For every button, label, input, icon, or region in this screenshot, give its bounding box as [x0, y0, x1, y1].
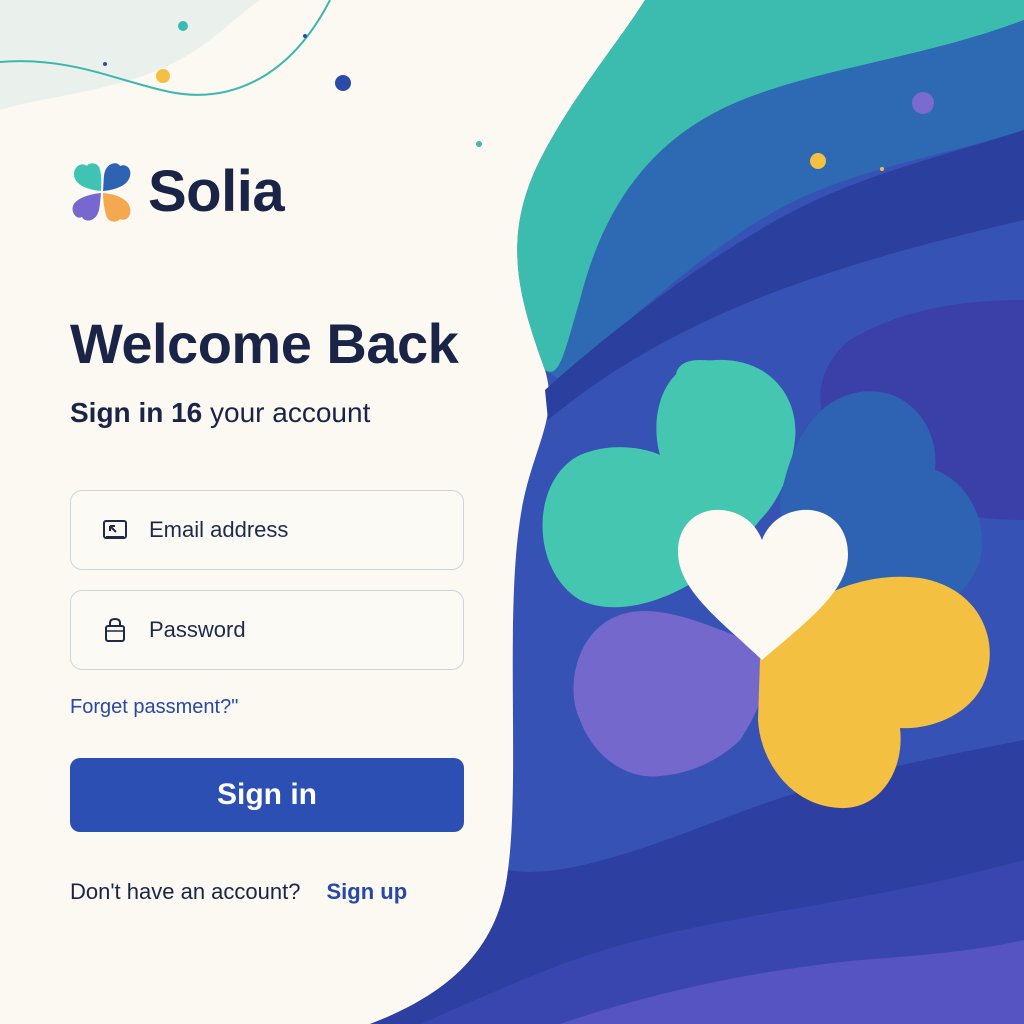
decorative-top-curve: [0, 0, 351, 110]
forgot-password-link[interactable]: Forget passment?": [70, 694, 238, 720]
image-envelope-icon: [101, 516, 129, 544]
sign-up-link[interactable]: Sign up: [326, 877, 407, 907]
lock-icon: [101, 616, 129, 644]
email-input[interactable]: [149, 517, 429, 543]
clover-heart-icon: [72, 163, 131, 222]
password-field[interactable]: [70, 590, 464, 670]
signup-prompt: Don't have an account?: [70, 879, 301, 904]
subtitle-rest: your account: [202, 397, 371, 428]
password-input[interactable]: [149, 617, 429, 643]
decorative-dot: [476, 141, 482, 147]
brand-logo: Solia: [70, 159, 285, 224]
subtitle-strong: Sign in 16: [70, 397, 203, 428]
sign-in-button[interactable]: Sign in: [70, 758, 464, 832]
page-subtitle: Sign in 16 your account: [70, 394, 370, 432]
signup-row: Don't have an account? Sign up: [70, 877, 407, 907]
page-title: Welcome Back: [70, 312, 459, 375]
brand-name: Solia: [148, 159, 285, 224]
email-field[interactable]: [70, 490, 464, 570]
